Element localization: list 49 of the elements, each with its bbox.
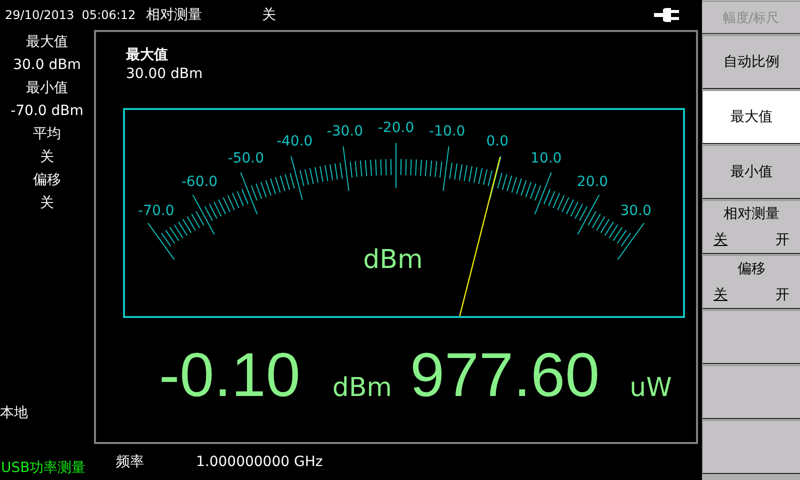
info-label: 平均 — [33, 125, 61, 144]
scale-label: 10.0 — [530, 150, 562, 167]
softkey-button[interactable]: 最小值 — [702, 145, 800, 199]
scale-label: -30.0 — [326, 123, 364, 140]
measurement-mode: USB功率测量 — [1, 459, 87, 477]
dbm-reading: -0.10 — [159, 340, 300, 411]
info-value: 关 — [40, 148, 54, 167]
scale-label: -50.0 — [228, 150, 264, 167]
toggle-softkey[interactable]: 相对测量 关 开 — [702, 200, 800, 254]
info-value: 关 — [40, 194, 54, 213]
on-option: 开 — [776, 286, 790, 304]
power-unit: uW — [630, 373, 672, 403]
info-value: -70.0 dBm — [10, 102, 84, 121]
off-option: 关 — [714, 231, 728, 249]
date-time: 29/10/2013 05:06:12 — [5, 8, 137, 22]
control-mode: 本地 — [0, 404, 28, 422]
frequency-value: 1.000000000 GHz — [196, 454, 323, 470]
softkey-label: 偏移 — [738, 260, 766, 278]
meter-unit: dBm — [363, 245, 423, 275]
setting-label: 最大值 — [126, 46, 168, 65]
scale-label: -60.0 — [181, 174, 218, 190]
mode-label: 相对测量 — [146, 6, 203, 24]
softkey-label: 相对测量 — [724, 205, 780, 223]
off-option: 关 — [714, 286, 728, 304]
empty-softkey[interactable] — [702, 365, 800, 419]
info-label: 最小值 — [26, 79, 68, 98]
dbm-unit: dBm — [332, 373, 392, 403]
scale-label: -40.0 — [276, 134, 313, 150]
setting-value: 30.00 dBm — [126, 65, 203, 84]
on-option: 开 — [776, 231, 790, 249]
scale-label: 0.0 — [486, 134, 509, 150]
toggle-softkey[interactable]: 偏移 关 开 — [702, 255, 800, 309]
softkey-button[interactable]: 最大值 — [702, 90, 800, 144]
power-reading: 977.60 — [410, 340, 600, 411]
empty-softkey[interactable] — [702, 420, 800, 474]
scale-label: -10.0 — [428, 123, 466, 140]
info-label: 最大值 — [26, 33, 68, 52]
scale-label: 30.0 — [620, 203, 652, 220]
menu-title: 幅度/标尺 — [702, 1, 800, 34]
empty-softkey[interactable] — [702, 310, 800, 364]
power-plug-icon — [654, 8, 680, 22]
scale-label: -20.0 — [378, 120, 414, 136]
info-label: 偏移 — [33, 171, 61, 190]
frequency-label: 频率 — [116, 453, 145, 471]
scale-label: 20.0 — [576, 174, 608, 190]
info-value: 30.0 dBm — [13, 56, 81, 75]
softkey-button[interactable]: 自动比例 — [702, 35, 800, 89]
mode-value: 关 — [262, 6, 276, 24]
scale-label: -70.0 — [138, 203, 174, 220]
